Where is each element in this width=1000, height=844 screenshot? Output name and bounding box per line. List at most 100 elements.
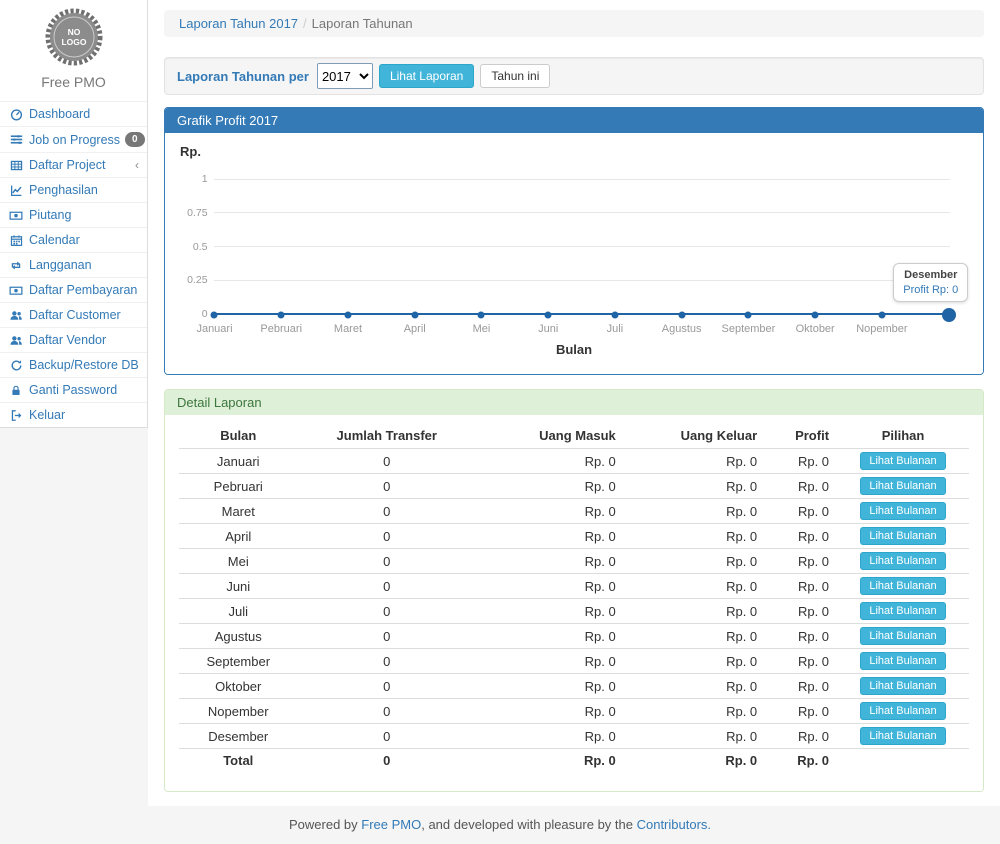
retweet-icon <box>8 259 24 272</box>
chart-point-april[interactable] <box>411 312 418 319</box>
breadcrumb-current: Laporan Tahunan <box>312 16 413 31</box>
main-content: Laporan Tahun 2017/Laporan Tahunan Lapor… <box>148 0 1000 806</box>
cell-uang-masuk: Rp. 0 <box>476 674 624 699</box>
cell-jumlah-transfer: 0 <box>298 549 477 574</box>
sidebar-item-calendar[interactable]: Calendar <box>0 227 147 252</box>
lihat-bulanan-button[interactable]: Lihat Bulanan <box>860 677 945 695</box>
chart-point-agustus[interactable] <box>678 312 685 319</box>
sidebar-item-backup-restore-db[interactable]: Backup/Restore DB <box>0 352 147 377</box>
sidebar-item-label: Job on Progress <box>29 133 120 147</box>
column-header-uang-keluar: Uang Keluar <box>624 423 765 449</box>
sidebar-item-ganti-password[interactable]: Ganti Password <box>0 377 147 402</box>
chart-point-maret[interactable] <box>344 312 351 319</box>
sidebar-item-label: Daftar Pembayaran <box>29 283 137 297</box>
chart-point-pebruari[interactable] <box>278 312 285 319</box>
chart-point-september[interactable] <box>745 312 752 319</box>
lihat-bulanan-button[interactable]: Lihat Bulanan <box>860 702 945 720</box>
sidebar-item-label: Daftar Vendor <box>29 333 106 347</box>
cell-uang-masuk: Rp. 0 <box>476 474 624 499</box>
lihat-bulanan-button[interactable]: Lihat Bulanan <box>860 577 945 595</box>
tahun-ini-button[interactable]: Tahun ini <box>480 64 550 88</box>
total-uang-keluar: Rp. 0 <box>624 749 765 773</box>
y-tick-label: 1 <box>165 173 208 185</box>
cell-bulan: September <box>179 649 298 674</box>
cell-profit: Rp. 0 <box>765 649 837 674</box>
cell-jumlah-transfer: 0 <box>298 499 477 524</box>
lihat-bulanan-button[interactable]: Lihat Bulanan <box>860 502 945 520</box>
lihat-bulanan-button[interactable]: Lihat Bulanan <box>860 477 945 495</box>
table-row-nopember: Nopember0Rp. 0Rp. 0Rp. 0Lihat Bulanan <box>179 699 969 724</box>
cell-jumlah-transfer: 0 <box>298 724 477 749</box>
cell-profit: Rp. 0 <box>765 474 837 499</box>
gridline <box>214 280 950 281</box>
sidebar-item-label: Keluar <box>29 408 65 422</box>
sidebar-item-dashboard[interactable]: Dashboard <box>0 101 147 126</box>
sidebar-item-daftar-customer[interactable]: Daftar Customer <box>0 302 147 327</box>
cell-bulan: Agustus <box>179 624 298 649</box>
gridline <box>214 246 950 247</box>
chart-point-januari[interactable] <box>211 312 218 319</box>
chart-point-nopember[interactable] <box>878 312 885 319</box>
cell-jumlah-transfer: 0 <box>298 474 477 499</box>
sidebar-menu: Dashboard Job on Progress0Daftar Project‹… <box>0 101 147 427</box>
sidebar-item-label: Dashboard <box>29 107 90 121</box>
year-select[interactable]: 2017 <box>317 63 373 89</box>
chart-tooltip: Desember Profit Rp: 0 <box>893 263 968 302</box>
chart-point-juni[interactable] <box>545 312 552 319</box>
lihat-bulanan-button[interactable]: Lihat Bulanan <box>860 552 945 570</box>
tooltip-title: Desember <box>903 269 958 281</box>
chart-point-juli[interactable] <box>611 312 618 319</box>
chart-point-oktober[interactable] <box>812 312 819 319</box>
cell-uang-keluar: Rp. 0 <box>624 724 765 749</box>
sidebar-item-keluar[interactable]: Keluar <box>0 402 147 427</box>
gridline <box>214 212 950 213</box>
sidebar-item-job-on-progress[interactable]: Job on Progress0 <box>0 126 147 152</box>
sidebar-item-label: Penghasilan <box>29 183 98 197</box>
logo-box: NO LOGO Free PMO <box>0 0 147 96</box>
cell-jumlah-transfer: 0 <box>298 699 477 724</box>
lihat-bulanan-button[interactable]: Lihat Bulanan <box>860 727 945 745</box>
table-body: Januari0Rp. 0Rp. 0Rp. 0Lihat BulananPebr… <box>179 449 969 773</box>
cell-profit: Rp. 0 <box>765 449 837 474</box>
lihat-bulanan-button[interactable]: Lihat Bulanan <box>860 652 945 670</box>
lihat-bulanan-button[interactable]: Lihat Bulanan <box>860 627 945 645</box>
cell-uang-masuk: Rp. 0 <box>476 449 624 474</box>
chart-point-mei[interactable] <box>478 312 485 319</box>
chart-panel-title: Grafik Profit 2017 <box>165 108 983 133</box>
lihat-laporan-button[interactable]: Lihat Laporan <box>379 64 474 88</box>
sidebar-item-daftar-pembayaran[interactable]: Daftar Pembayaran <box>0 277 147 302</box>
cell-profit: Rp. 0 <box>765 599 837 624</box>
x-tick-label: September <box>722 323 776 335</box>
x-tick-label: Mei <box>473 323 491 335</box>
sidebar-item-piutang[interactable]: Piutang <box>0 202 147 227</box>
chart-point-desember[interactable] <box>942 308 956 322</box>
cell-jumlah-transfer: 0 <box>298 674 477 699</box>
lihat-bulanan-button[interactable]: Lihat Bulanan <box>860 527 945 545</box>
y-tick-label: 0.5 <box>165 241 208 253</box>
tooltip-value: Profit Rp: 0 <box>903 284 958 296</box>
sidebar-item-penghasilan[interactable]: Penghasilan <box>0 177 147 202</box>
lihat-bulanan-button[interactable]: Lihat Bulanan <box>860 602 945 620</box>
x-tick-label: Juli <box>607 323 624 335</box>
cell-profit: Rp. 0 <box>765 549 837 574</box>
sidebar-item-daftar-vendor[interactable]: Daftar Vendor <box>0 327 147 352</box>
breadcrumb: Laporan Tahun 2017/Laporan Tahunan <box>164 10 984 37</box>
sidebar: NO LOGO Free PMO Dashboard Job on Progres… <box>0 0 148 806</box>
brand-name: Free PMO <box>0 74 147 90</box>
table-icon <box>8 159 24 172</box>
column-header-pilihan: Pilihan <box>837 423 969 449</box>
sidebar-item-langganan[interactable]: Langganan <box>0 252 147 277</box>
cell-profit: Rp. 0 <box>765 524 837 549</box>
sidebar-item-label: Ganti Password <box>29 383 117 397</box>
table-row-pebruari: Pebruari0Rp. 0Rp. 0Rp. 0Lihat Bulanan <box>179 474 969 499</box>
sidebar-item-daftar-project[interactable]: Daftar Project‹ <box>0 152 147 177</box>
breadcrumb-link-laporan-tahun[interactable]: Laporan Tahun 2017 <box>179 16 298 31</box>
refresh-icon <box>8 359 24 372</box>
cell-uang-masuk: Rp. 0 <box>476 499 624 524</box>
cell-uang-masuk: Rp. 0 <box>476 699 624 724</box>
page-footer: Powered by Free PMO, and developed with … <box>0 806 1000 844</box>
cell-uang-masuk: Rp. 0 <box>476 649 624 674</box>
sidebar-item-label: Daftar Project <box>29 158 105 172</box>
lihat-bulanan-button[interactable]: Lihat Bulanan <box>860 452 945 470</box>
x-tick-label: April <box>404 323 426 335</box>
